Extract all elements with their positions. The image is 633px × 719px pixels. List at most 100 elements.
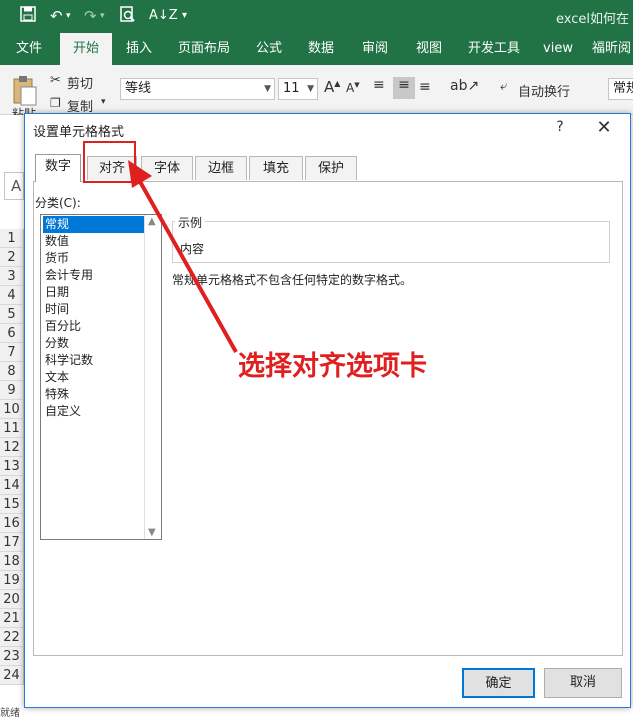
align-top-icon[interactable]: ≡: [373, 77, 385, 93]
close-button[interactable]: ✕: [591, 116, 617, 140]
row-header[interactable]: 6: [0, 324, 24, 343]
category-item-percentage[interactable]: 百分比: [43, 318, 147, 335]
ok-button[interactable]: 确定: [462, 668, 535, 698]
ribbon-tab-review[interactable]: 审阅: [356, 33, 394, 65]
row-header[interactable]: 20: [0, 590, 24, 609]
cancel-button[interactable]: 取消: [544, 668, 622, 698]
align-bottom-icon[interactable]: ≡: [419, 79, 431, 95]
row-header[interactable]: 12: [0, 438, 24, 457]
font-name-select[interactable]: 等线 ▼: [120, 78, 275, 100]
row-header[interactable]: 23: [0, 647, 24, 666]
row-header[interactable]: 8: [0, 362, 24, 381]
paste-icon[interactable]: [12, 75, 38, 106]
category-item-accounting[interactable]: 会计专用: [43, 267, 147, 284]
ribbon-tab-foxit[interactable]: 福昕阅: [592, 33, 633, 65]
annotation-text: 选择对齐选项卡: [238, 351, 427, 382]
name-box[interactable]: A: [4, 172, 24, 200]
category-label: 分类(C):: [35, 196, 81, 210]
excel-title-bar: ↶ ▾ ↷ ▾ A↓Z ▾ excel如何在: [0, 0, 633, 33]
row-header[interactable]: 7: [0, 343, 24, 362]
customize-quick-access-icon[interactable]: ▾: [182, 6, 187, 26]
ribbon-home: 粘贴 ✂ 剪切 ❐ 复制 ▾ 等线▼ 11▼ A▲ A▼ ≡ ≡ ≡ ab↗ ⤶…: [0, 65, 633, 121]
category-item-text[interactable]: 文本: [43, 369, 147, 386]
row-header[interactable]: 2: [0, 248, 24, 267]
tab-border[interactable]: 边框: [195, 156, 247, 180]
redo-dropdown-icon[interactable]: ▾: [100, 6, 105, 26]
category-item-date[interactable]: 日期: [43, 284, 147, 301]
category-scrollbar[interactable]: ▲ ▼: [144, 215, 161, 539]
category-item-fraction[interactable]: 分数: [43, 335, 147, 352]
row-header[interactable]: 13: [0, 457, 24, 476]
chevron-down-icon: ▼: [307, 84, 314, 94]
row-header[interactable]: 21: [0, 609, 24, 628]
font-name-value: 等线: [125, 81, 152, 96]
print-preview-icon[interactable]: [120, 6, 136, 26]
font-size-select[interactable]: 11 ▼: [278, 78, 318, 100]
row-header[interactable]: 5: [0, 305, 24, 324]
sample-label: 示例: [175, 214, 206, 231]
format-cells-dialog: 设置单元格格式 ? ✕ 数字 对齐 字体 边框 填充 保护 分类(C): 常规 …: [24, 113, 631, 708]
sample-value: 内容: [180, 242, 205, 256]
category-item-number[interactable]: 数值: [43, 233, 147, 250]
category-item-time[interactable]: 时间: [43, 301, 147, 318]
ribbon-tab-insert[interactable]: 插入: [118, 33, 160, 65]
row-header[interactable]: 17: [0, 533, 24, 552]
ribbon-tab-view[interactable]: 视图: [410, 33, 448, 65]
tab-number[interactable]: 数字: [35, 154, 81, 182]
row-header[interactable]: 24: [0, 666, 24, 685]
orientation-icon[interactable]: ab↗: [450, 78, 479, 94]
row-header[interactable]: 4: [0, 286, 24, 305]
tab-fill[interactable]: 填充: [249, 156, 303, 180]
row-header[interactable]: 16: [0, 514, 24, 533]
help-button[interactable]: ?: [551, 119, 569, 139]
number-format-value: 常规: [613, 81, 633, 96]
row-header[interactable]: 22: [0, 628, 24, 647]
cut-button[interactable]: 剪切: [67, 73, 93, 92]
sort-icon[interactable]: A↓Z: [149, 6, 178, 26]
row-header[interactable]: 9: [0, 381, 24, 400]
shrink-font-button[interactable]: A▼: [346, 81, 360, 95]
row-header[interactable]: 18: [0, 552, 24, 571]
tab-protection[interactable]: 保护: [305, 156, 357, 180]
copy-icon[interactable]: ❐: [50, 96, 61, 110]
dialog-title: 设置单元格格式: [33, 125, 125, 140]
ribbon-tab-developer[interactable]: 开发工具: [462, 33, 526, 65]
undo-dropdown-icon[interactable]: ▾: [66, 6, 71, 26]
number-format-select[interactable]: 常规: [608, 78, 633, 100]
save-icon[interactable]: [20, 6, 36, 26]
row-header[interactable]: 10: [0, 400, 24, 419]
ribbon-tab-home[interactable]: 开始: [60, 33, 112, 65]
copy-dropdown-icon[interactable]: ▾: [101, 97, 106, 107]
scroll-up-icon[interactable]: ▲: [148, 216, 156, 227]
category-list[interactable]: 常规 数值 货币 会计专用 日期 时间 百分比 分数 科学记数 文本 特殊 自定…: [40, 214, 162, 540]
tab-font[interactable]: 字体: [141, 156, 193, 180]
category-item-currency[interactable]: 货币: [43, 250, 147, 267]
row-header[interactable]: 11: [0, 419, 24, 438]
ribbon-tab-page-layout[interactable]: 页面布局: [172, 33, 236, 65]
ribbon-tab-view-en[interactable]: view: [538, 33, 578, 65]
undo-icon[interactable]: ↶: [50, 6, 63, 26]
category-item-general[interactable]: 常规: [43, 216, 147, 233]
row-header[interactable]: 15: [0, 495, 24, 514]
wrap-text-icon[interactable]: ⤶: [500, 79, 507, 94]
category-item-scientific[interactable]: 科学记数: [43, 352, 147, 369]
scroll-down-icon[interactable]: ▼: [148, 527, 156, 538]
ribbon-tab-file[interactable]: 文件: [6, 33, 52, 65]
row-header[interactable]: 3: [0, 267, 24, 286]
row-header[interactable]: 14: [0, 476, 24, 495]
category-item-special[interactable]: 特殊: [43, 386, 147, 403]
grow-font-button[interactable]: A▲: [324, 78, 340, 96]
ribbon-tab-bar: 文件 开始 插入 页面布局 公式 数据 审阅 视图 开发工具 view 福昕阅: [0, 33, 633, 65]
row-header[interactable]: 19: [0, 571, 24, 590]
ribbon-tab-data[interactable]: 数据: [302, 33, 340, 65]
wrap-text-button[interactable]: 自动换行: [518, 81, 570, 100]
redo-icon[interactable]: ↷: [84, 6, 97, 26]
shrink-font-label: A: [346, 81, 355, 95]
category-item-custom[interactable]: 自定义: [43, 403, 147, 420]
ribbon-tab-formulas[interactable]: 公式: [250, 33, 288, 65]
chevron-down-icon: ▼: [264, 84, 271, 94]
dialog-title-bar: 设置单元格格式 ? ✕: [25, 114, 630, 144]
row-header[interactable]: 1: [0, 229, 24, 248]
cut-icon[interactable]: ✂: [50, 73, 61, 88]
align-middle-icon[interactable]: ≡: [393, 77, 415, 99]
